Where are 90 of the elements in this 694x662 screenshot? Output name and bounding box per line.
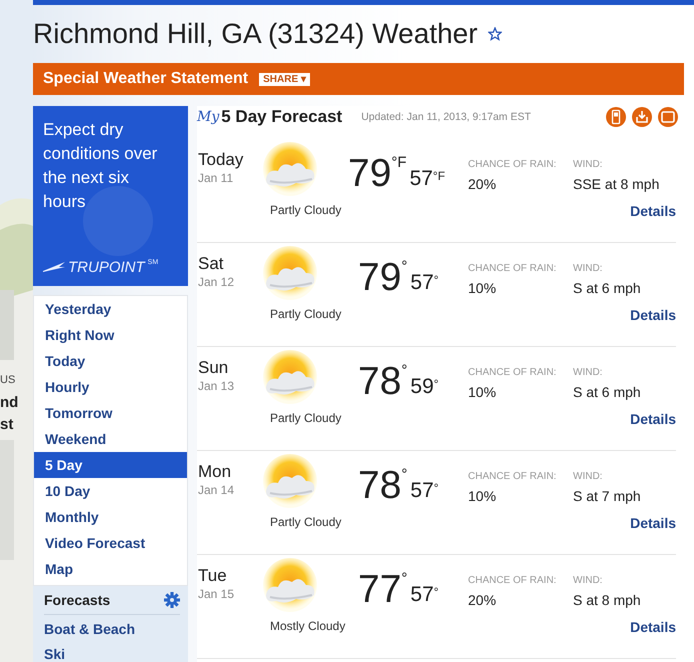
day-name: Today [198,150,244,170]
high-temperature: 78 [358,362,402,402]
my-label: My [197,109,220,125]
day-name: Mon [198,462,232,482]
day-name: Sat [198,254,225,274]
weather-condition: Partly Cloudy [270,307,342,321]
wind-label: WIND: [573,367,604,378]
nav-item[interactable]: Monthly [34,504,187,530]
low-unit: ° [434,273,439,287]
forecast-title: 5 Day Forecast [221,107,342,127]
wind-label: WIND: [573,159,604,170]
details-link[interactable]: Details [630,515,676,531]
nav-item[interactable]: Weekend [34,426,187,452]
promo-text: Expect dry conditions over the next six hours [43,119,158,213]
day-date: Jan 12 [198,275,236,289]
day-date: Jan 11 [198,171,234,185]
high-temperature: 79 [358,258,402,298]
rain-label: CHANCE OF RAIN: [468,471,558,482]
rain-label: CHANCE OF RAIN: [468,367,558,378]
low-temperature: 59 [410,375,434,399]
high-unit: ° [401,362,408,380]
rain-chance: 10% [468,384,498,400]
panel-link[interactable]: Ski [44,643,180,662]
rain-chance: 10% [468,280,498,296]
wind-label: WIND: [573,263,604,274]
side-text: st [0,415,14,435]
low-unit: ° [434,377,439,391]
day-name: Tue [198,566,228,586]
nav-item[interactable]: Map [34,556,187,582]
wind-value: S at 8 mph [573,592,642,608]
side-text: US [0,374,16,386]
wind-value: S at 7 mph [573,488,642,504]
star-icon[interactable] [488,27,502,41]
high-temperature: 78 [358,466,402,506]
high-unit: ° [401,258,408,276]
wind-value: S at 6 mph [573,384,642,400]
day-date: Jan 13 [198,379,236,393]
alert-title[interactable]: Special Weather Statement [43,70,248,88]
updated-time: Updated: Jan 11, 2013, 9:17am EST [361,111,531,123]
details-link[interactable]: Details [630,307,676,323]
settings-icon[interactable] [164,592,180,608]
rain-label: CHANCE OF RAIN: [468,575,558,586]
nav-item[interactable]: 5 Day [34,452,187,478]
high-unit: °F [391,154,407,172]
day-name: Sun [198,358,230,378]
weather-condition: Mostly Cloudy [270,619,346,633]
details-link[interactable]: Details [630,411,676,427]
wind-label: WIND: [573,575,604,586]
nav-item[interactable]: Tomorrow [34,400,187,426]
high-temperature: 79 [348,154,392,194]
rain-label: CHANCE OF RAIN: [468,159,558,170]
nav-item[interactable]: Hourly [34,374,187,400]
tablet-icon[interactable] [658,107,678,127]
wind-value: S at 6 mph [573,280,642,296]
rain-chance: 20% [468,176,498,192]
low-temperature: 57 [410,167,433,191]
weather-condition: Partly Cloudy [270,411,342,425]
share-button[interactable]: SHARE ▾ [259,72,310,86]
wind-value: SSE at 8 mph [573,176,660,192]
low-unit: °F [432,169,446,183]
low-temperature: 57 [410,479,434,503]
nav-item[interactable]: Right Now [34,322,187,348]
nav-item[interactable]: Today [34,348,187,374]
phone-icon[interactable] [606,107,626,127]
side-text: nd [0,393,18,413]
rain-label: CHANCE OF RAIN: [468,263,558,274]
low-unit: ° [434,481,439,495]
page-title: Richmond Hill, GA (31324) Weather [33,18,478,50]
low-temperature: 57 [410,583,434,607]
high-unit: ° [401,570,408,588]
high-temperature: 77 [358,570,402,610]
low-temperature: 57 [410,271,434,295]
rain-chance: 20% [468,592,498,608]
panel-link[interactable]: Boat & Beach [44,618,180,640]
details-link[interactable]: Details [630,619,676,635]
nav-item[interactable]: Yesterday [34,296,187,322]
trupoint-logo: TRUPOINT [68,259,145,276]
details-link[interactable]: Details [630,203,676,219]
weather-condition: Partly Cloudy [270,203,342,217]
download-icon[interactable] [632,107,652,127]
weather-condition: Partly Cloudy [270,515,342,529]
low-unit: ° [434,585,439,599]
day-date: Jan 14 [198,483,236,497]
rain-chance: 10% [468,488,498,504]
high-unit: ° [401,466,408,484]
nav-item[interactable]: Video Forecast [34,530,187,556]
day-date: Jan 15 [198,587,236,601]
wind-label: WIND: [573,471,604,482]
nav-item[interactable]: 10 Day [34,478,187,504]
panel-title: Forecasts [44,592,110,608]
